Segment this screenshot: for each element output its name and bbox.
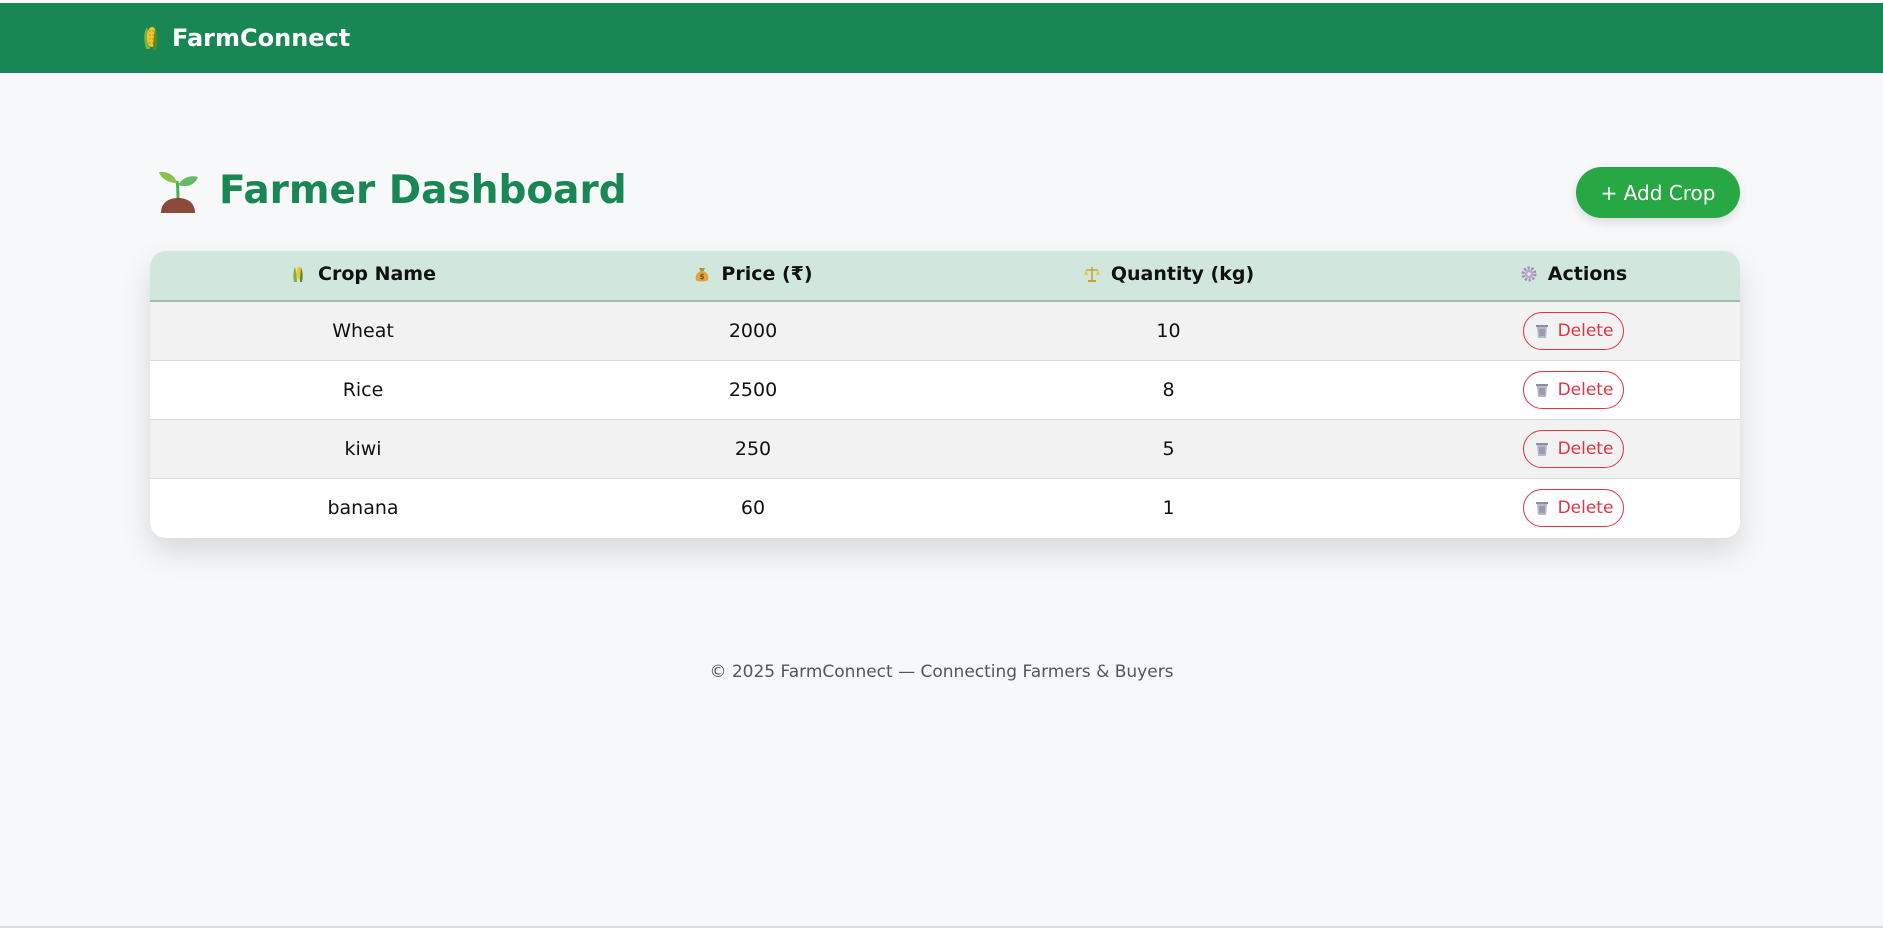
navbar: FarmConnect — [0, 3, 1883, 73]
column-header-quantity: Quantity (kg) — [930, 251, 1407, 302]
crop-name-cell: Wheat — [332, 319, 394, 342]
table-row: Rice 2500 8 Delete — [150, 359, 1740, 419]
add-crop-button[interactable]: + Add Crop — [1576, 167, 1740, 218]
corn-icon — [144, 27, 158, 50]
price-cell: 2500 — [576, 359, 930, 419]
price-cell: 2000 — [728, 319, 778, 342]
crop-name-cell: banana — [150, 477, 576, 537]
price-cell: 60 — [576, 477, 930, 537]
table-body: Wheat 2000 10 Delete Rice 2500 8 Delete … — [150, 301, 1740, 537]
quantity-cell: 5 — [930, 418, 1407, 478]
crop-name-cell: kiwi — [150, 418, 576, 478]
footer: © 2025 FarmConnect — Connecting Farmers … — [0, 662, 1883, 682]
table-row: banana 60 1 Delete — [150, 477, 1740, 537]
trash-icon — [1535, 324, 1548, 338]
actions-cell: Delete — [1407, 301, 1740, 360]
svg-text:$: $ — [700, 273, 705, 281]
gear-icon — [1521, 266, 1537, 282]
price-cell: 250 — [576, 418, 930, 478]
delete-button[interactable]: Delete — [1523, 311, 1624, 350]
quantity-cell: 1 — [930, 477, 1407, 537]
delete-button[interactable]: Delete — [1523, 488, 1624, 527]
column-header-crop-name: Crop Name — [150, 251, 576, 302]
table-row: kiwi 250 5 Delete — [150, 418, 1740, 478]
crops-table-card: Crop Name $ Price (₹) Quantity (kg) Acti… — [150, 251, 1740, 538]
column-header-price: $ Price (₹) — [576, 251, 930, 302]
delete-button[interactable]: Delete — [1523, 429, 1624, 468]
crop-name-cell: Rice — [150, 359, 576, 419]
brand-name: FarmConnect — [172, 24, 351, 52]
column-header-actions: Actions — [1407, 251, 1740, 302]
quantity-cell: 10 — [1156, 319, 1181, 342]
trash-icon — [1535, 383, 1548, 397]
page-title: Farmer Dashboard — [155, 163, 627, 217]
actions-cell: Delete — [1407, 359, 1740, 419]
table-row: Wheat 2000 10 Delete — [150, 301, 1740, 360]
corn-icon — [293, 266, 303, 282]
delete-button[interactable]: Delete — [1523, 370, 1624, 409]
page-title-text: Farmer Dashboard — [219, 167, 627, 213]
trash-icon — [1535, 501, 1548, 515]
brand-link[interactable]: FarmConnect — [140, 3, 350, 73]
actions-cell: Delete — [1407, 418, 1740, 478]
scale-icon — [1083, 267, 1100, 282]
money-bag-icon: $ — [696, 268, 709, 282]
quantity-cell: 8 — [930, 359, 1407, 419]
footer-text: © 2025 FarmConnect — Connecting Farmers … — [709, 662, 1174, 682]
trash-icon — [1535, 442, 1548, 456]
table-header: Crop Name $ Price (₹) Quantity (kg) Acti… — [150, 251, 1740, 302]
crops-table: Crop Name $ Price (₹) Quantity (kg) Acti… — [150, 251, 1740, 537]
actions-cell: Delete — [1407, 477, 1740, 537]
seedling-icon — [159, 171, 198, 213]
